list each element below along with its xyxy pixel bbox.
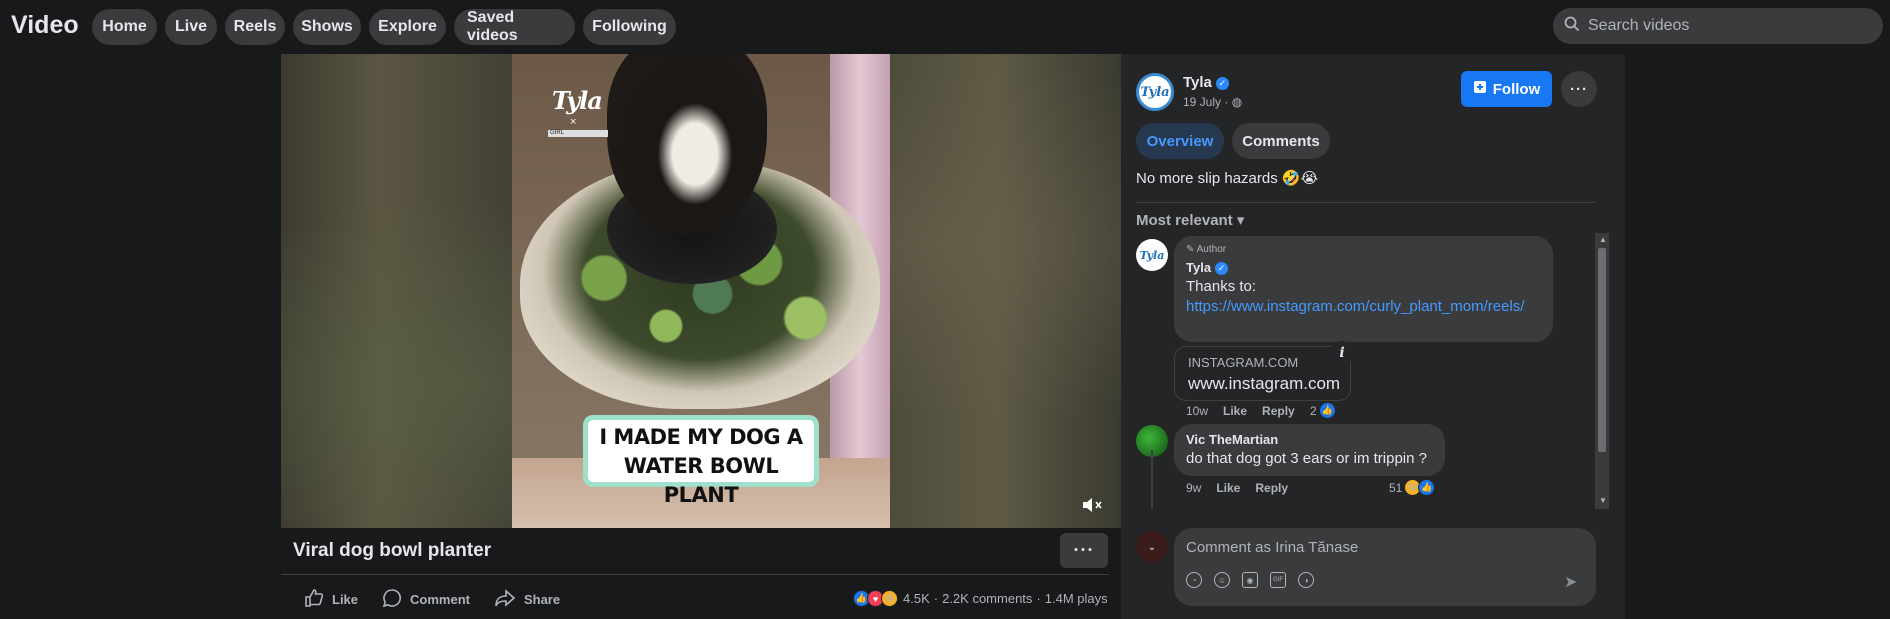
nav-tabs: Home Live Reels Shows Explore Saved vide… [92,9,676,45]
search-icon [1564,16,1580,37]
tab-comments[interactable]: Comments [1232,123,1330,159]
nav-live[interactable]: Live [165,9,217,45]
mute-icon[interactable] [1081,494,1107,516]
tab-overview[interactable]: Overview [1136,123,1224,159]
search-input[interactable] [1588,17,1868,35]
comment-author[interactable]: Tyla ✓ [1186,260,1229,275]
reply-thread-line [1151,450,1153,508]
comment-reply-button[interactable]: Reply [1262,404,1295,418]
top-bar: Video Home Live Reels Shows Explore Save… [0,0,1890,52]
comment-author[interactable]: Vic TheMartian [1186,432,1278,447]
post-description: No more slip hazards 🤣😭 [1136,170,1319,187]
comment-count[interactable]: 2.2K comments [942,591,1032,606]
nav-home[interactable]: Home [92,9,157,45]
comment-text: do that dog got 3 ears or im trippin ? [1186,450,1427,467]
comment-reaction-count[interactable]: 2 👍 [1310,402,1336,419]
post-date: 19 July · ◍ [1183,95,1243,109]
page-avatar[interactable]: Tyla [1136,73,1174,111]
haha-reaction-icon: 😆 [881,590,898,607]
comment-like-button[interactable]: Like [1216,481,1240,495]
info-icon[interactable]: i [1330,341,1354,365]
comment-reaction-count[interactable]: 51 😆 👍 [1389,479,1436,496]
comment-sort-dropdown[interactable]: Most relevant ▾ [1136,211,1244,229]
composer-tools: ◔ ☺ ◉ GIF ◑ [1186,572,1314,588]
reaction-icons[interactable]: 👍 ♥ 😆 [853,590,898,607]
verified-icon: ✓ [1215,77,1229,90]
scrollbar-thumb[interactable] [1598,248,1606,452]
page-title: Video [11,11,79,39]
globe-icon: ◍ [1231,95,1243,109]
comment-time[interactable]: 10w [1186,404,1208,418]
page-name[interactable]: Tyla ✓ [1183,74,1229,91]
comment-text: Thanks to: [1186,278,1257,295]
follow-button[interactable]: Follow [1461,71,1552,107]
caret-down-icon: ▾ [1236,212,1245,229]
comment-input[interactable] [1186,536,1576,558]
comment-icon [382,588,402,611]
video-watermark-logo: Tyla [552,86,603,115]
nav-explore[interactable]: Explore [369,9,446,45]
camera-icon[interactable]: ◉ [1242,572,1258,588]
comment-button[interactable]: Comment [382,588,470,611]
search-box[interactable] [1553,8,1883,44]
verified-icon: ✓ [1215,262,1229,275]
thumbs-up-icon [304,588,324,611]
reaction-count[interactable]: 4.5K [903,591,930,606]
nav-following[interactable]: Following [583,9,676,45]
comment-link[interactable]: https://www.instagram.com/curly_plant_mo… [1186,297,1546,317]
video-title: Viral dog bowl planter [293,540,492,561]
divider [1136,202,1596,203]
pencil-icon: ✎ [1186,244,1195,255]
sticker-icon[interactable]: ◑ [1298,572,1314,588]
comment-time[interactable]: 9w [1186,481,1201,495]
like-button[interactable]: Like [304,588,358,611]
nav-saved-videos[interactable]: Saved videos [454,9,575,45]
video-actions: Like Comment Share [304,588,560,611]
video-stats: 👍 ♥ 😆 4.5K · 2.2K comments · 1.4M plays [853,590,1108,607]
nav-shows[interactable]: Shows [293,9,361,45]
commenter-avatar[interactable]: Tyla [1136,239,1168,271]
gif-icon[interactable]: GIF [1270,572,1286,588]
send-icon[interactable]: ➤ [1564,572,1577,592]
play-count: 1.4M plays [1044,591,1108,606]
comment-bubble: Vic TheMartian do that dog got 3 ears or… [1174,424,1445,476]
video-more-button[interactable]: ··· [1060,533,1108,568]
video-player[interactable]: Tyla × GIRL I MADE MY DOG A WATER BOWL P… [281,54,1121,528]
link-preview-card[interactable]: INSTAGRAM.COM www.instagram.com [1174,346,1351,401]
share-icon [494,588,516,611]
like-reaction-icon: 👍 [1318,402,1336,419]
scroll-up-icon[interactable]: ▲ [1599,235,1607,244]
avatar-sticker-icon[interactable]: ◔ [1186,572,1202,588]
current-user-avatar[interactable]: ⌄ [1136,531,1168,563]
scroll-down-icon[interactable]: ▼ [1599,496,1607,505]
nav-reels[interactable]: Reels [225,9,285,45]
comment-reply-button[interactable]: Reply [1255,481,1288,495]
share-button[interactable]: Share [494,588,560,611]
divider [281,574,1109,575]
follow-icon [1473,80,1487,98]
panel-more-button[interactable]: ··· [1561,71,1597,107]
video-caption-overlay: I MADE MY DOG A WATER BOWL PLANT [583,415,819,507]
comment-like-button[interactable]: Like [1223,404,1247,418]
comment-composer[interactable]: ◔ ☺ ◉ GIF ◑ ➤ [1174,528,1596,606]
comment-bubble: ✎ Author Tyla ✓ Thanks to: https://www.in… [1174,236,1553,342]
comment-meta: 9w Like Reply [1186,481,1288,495]
video-frame: Tyla × GIRL I MADE MY DOG A WATER BOWL P… [512,54,890,528]
emoji-icon[interactable]: ☺ [1214,572,1230,588]
author-badge: ✎ Author [1186,244,1227,255]
comment-meta: 10w Like Reply [1186,404,1295,418]
